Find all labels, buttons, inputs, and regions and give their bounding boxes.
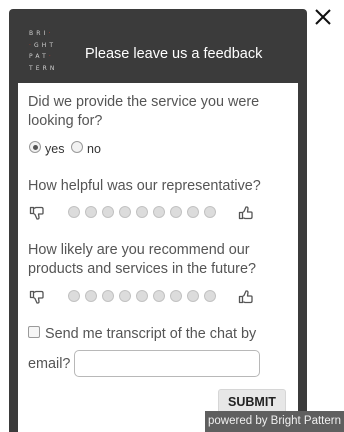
email-label: email?	[28, 356, 71, 372]
transcript-checkbox[interactable]	[28, 326, 40, 338]
rating-circle[interactable]	[119, 290, 131, 302]
radio-no-label: no	[87, 142, 101, 156]
rating-circle[interactable]	[136, 206, 148, 218]
thumbs-up-icon[interactable]	[238, 289, 254, 305]
rating-circle[interactable]	[153, 290, 165, 302]
logo-row: BRI·	[29, 30, 54, 37]
email-input[interactable]	[74, 350, 260, 377]
radio-yes-label: yes	[45, 142, 65, 156]
rating-circle[interactable]	[204, 290, 216, 302]
question-service: Did we provide the service you were look…	[28, 94, 260, 129]
logo-row: ·GHT	[29, 41, 57, 49]
radio-yes[interactable]	[29, 141, 41, 153]
rating-circle[interactable]	[102, 206, 114, 218]
bright-pattern-logo: BRI· ·GHT PAT· TERN	[29, 28, 71, 74]
rating-circle[interactable]	[153, 206, 165, 218]
rating-circle[interactable]	[187, 206, 199, 218]
helpful-rating-scale	[68, 206, 218, 218]
rating-circle[interactable]	[68, 290, 80, 302]
radio-no[interactable]	[71, 141, 83, 153]
rating-circle[interactable]	[187, 290, 199, 302]
logo-row: TERN	[29, 64, 58, 72]
question-helpful: How helpful was our representative?	[28, 178, 261, 194]
thumbs-up-icon[interactable]	[238, 205, 254, 221]
rating-circle[interactable]	[68, 206, 80, 218]
close-icon	[315, 9, 331, 25]
transcript-label: Send me transcript of the chat by	[45, 326, 257, 342]
rating-circle[interactable]	[170, 206, 182, 218]
question-recommend: How likely are you recommend our product…	[28, 242, 256, 277]
rating-circle[interactable]	[85, 206, 97, 218]
logo-row: PAT·	[29, 53, 54, 60]
rating-circle[interactable]	[170, 290, 182, 302]
powered-by-badge[interactable]: powered by Bright Pattern	[205, 411, 344, 432]
rating-circle[interactable]	[136, 290, 148, 302]
rating-circle[interactable]	[204, 206, 216, 218]
feedback-form: Did we provide the service you were look…	[18, 83, 298, 432]
rating-circle[interactable]	[85, 290, 97, 302]
thumbs-down-icon[interactable]	[29, 205, 45, 221]
rating-circle[interactable]	[102, 290, 114, 302]
rating-circle[interactable]	[119, 206, 131, 218]
recommend-rating-scale	[68, 290, 218, 302]
close-button[interactable]	[313, 7, 333, 27]
header-title: Please leave us a feedback	[85, 46, 263, 62]
thumbs-down-icon[interactable]	[29, 289, 45, 305]
